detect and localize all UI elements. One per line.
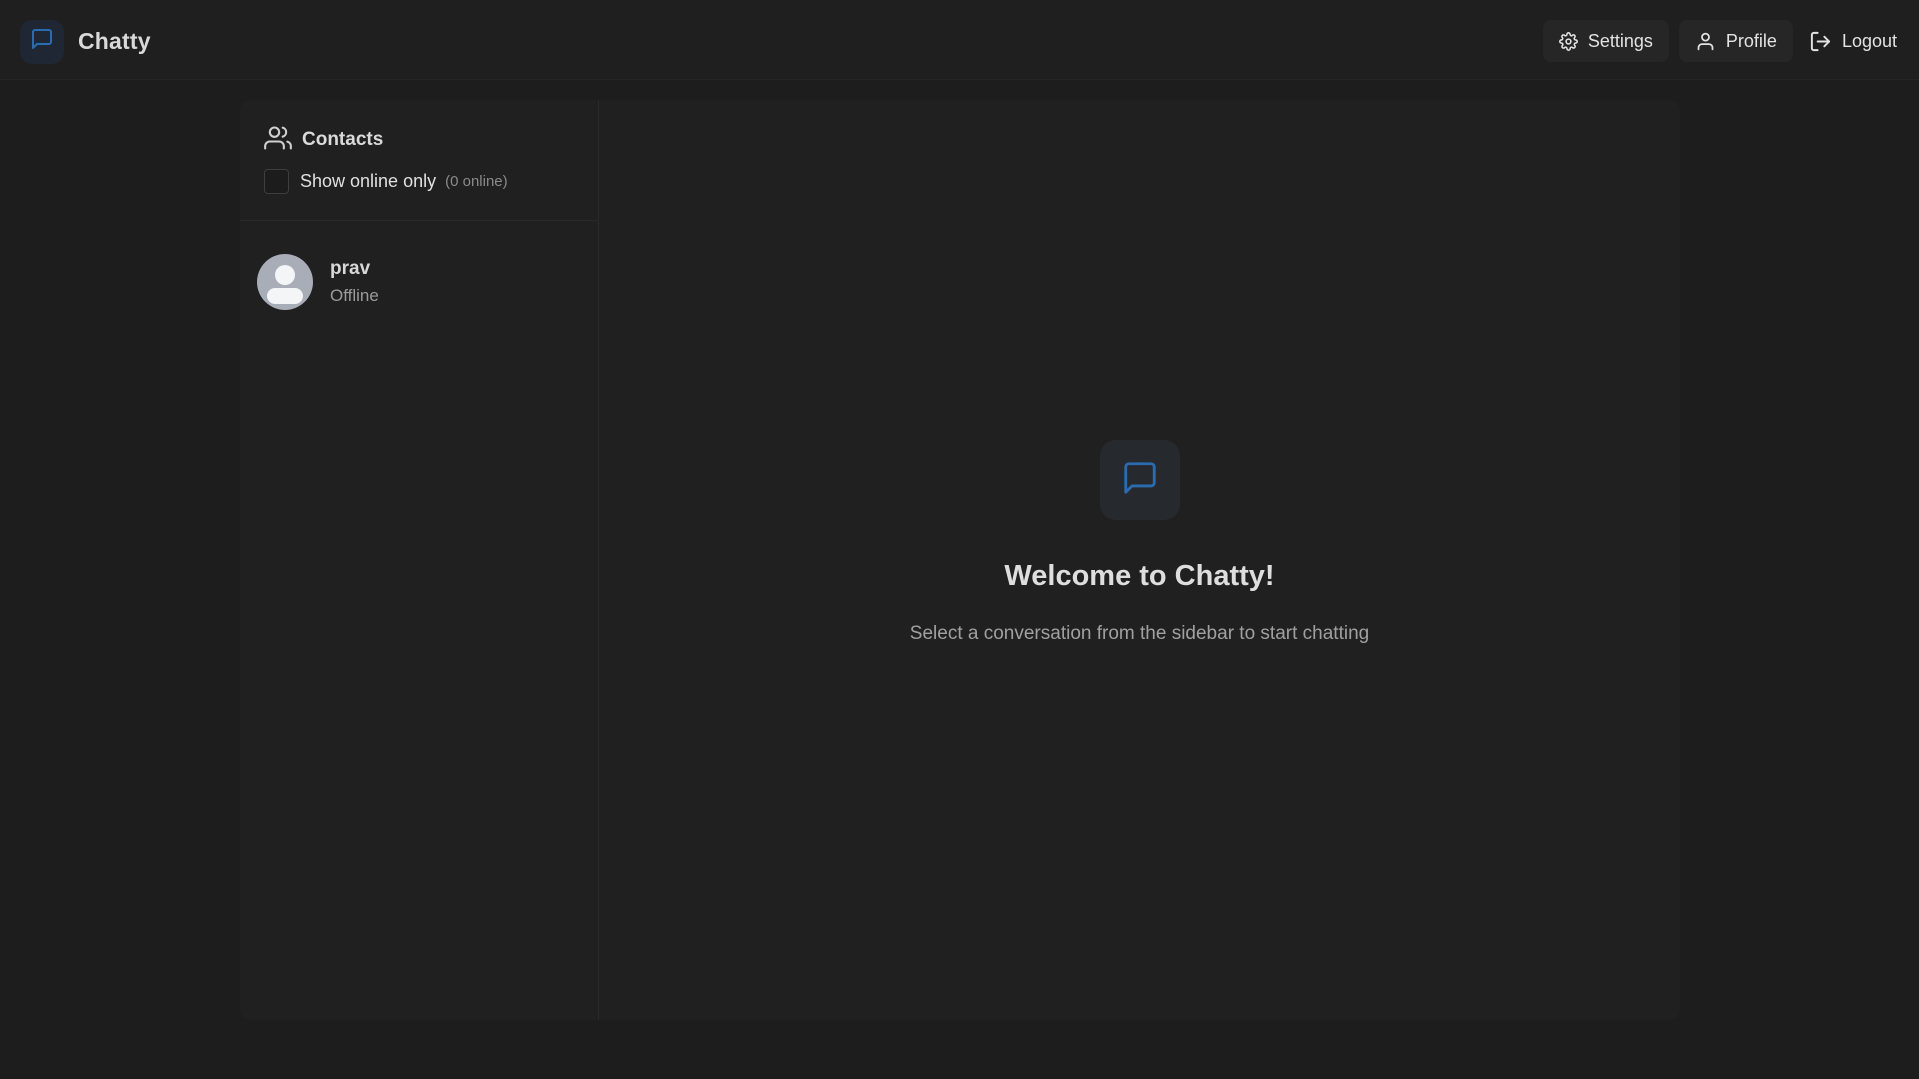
- welcome-placeholder: Welcome to Chatty! Select a conversation…: [599, 440, 1680, 645]
- contact-name: prav: [330, 257, 371, 279]
- welcome-icon-box: [1099, 440, 1180, 520]
- brand-logo: [20, 19, 64, 64]
- welcome-title: Welcome to Chatty!: [1004, 560, 1275, 592]
- settings-button[interactable]: Settings: [1542, 20, 1669, 62]
- gear-icon: [1558, 31, 1578, 51]
- logout-label: Logout: [1841, 30, 1897, 51]
- app-title: Chatty: [78, 28, 151, 54]
- settings-label: Settings: [1587, 30, 1653, 51]
- contacts-heading: Contacts: [264, 124, 574, 156]
- avatar: [257, 254, 313, 310]
- contacts-title: Contacts: [302, 129, 384, 150]
- chat-area: Welcome to Chatty! Select a conversation…: [599, 100, 1680, 1020]
- contact-item[interactable]: prav Offline: [240, 252, 598, 312]
- profile-button[interactable]: Profile: [1678, 20, 1793, 62]
- brand-link[interactable]: Chatty: [20, 19, 151, 64]
- profile-label: Profile: [1725, 30, 1777, 51]
- users-icon: [264, 124, 292, 157]
- contact-info: prav Offline: [330, 257, 379, 308]
- online-count: (0 online): [445, 172, 508, 190]
- header-nav: Settings Profile Logout: [1542, 20, 1901, 62]
- top-navbar: Chatty Settings Profile Logout: [0, 0, 1919, 80]
- sidebar-header: Contacts Show online only (0 online): [240, 100, 598, 221]
- log-out-icon: [1809, 30, 1832, 53]
- message-square-icon: [1121, 459, 1159, 502]
- user-icon: [1695, 31, 1716, 52]
- logout-button[interactable]: Logout: [1803, 20, 1901, 62]
- show-online-checkbox[interactable]: [264, 168, 289, 194]
- show-online-label[interactable]: Show online only: [300, 171, 436, 192]
- welcome-subtitle: Select a conversation from the sidebar t…: [909, 623, 1370, 644]
- contacts-sidebar: Contacts Show online only (0 online) pra…: [240, 100, 599, 1020]
- message-square-icon: [30, 27, 54, 56]
- online-filter[interactable]: Show online only (0 online): [264, 167, 574, 195]
- contact-list: prav Offline: [240, 221, 598, 312]
- chat-container: Contacts Show online only (0 online) pra…: [240, 100, 1680, 1020]
- contact-status: Offline: [330, 285, 379, 305]
